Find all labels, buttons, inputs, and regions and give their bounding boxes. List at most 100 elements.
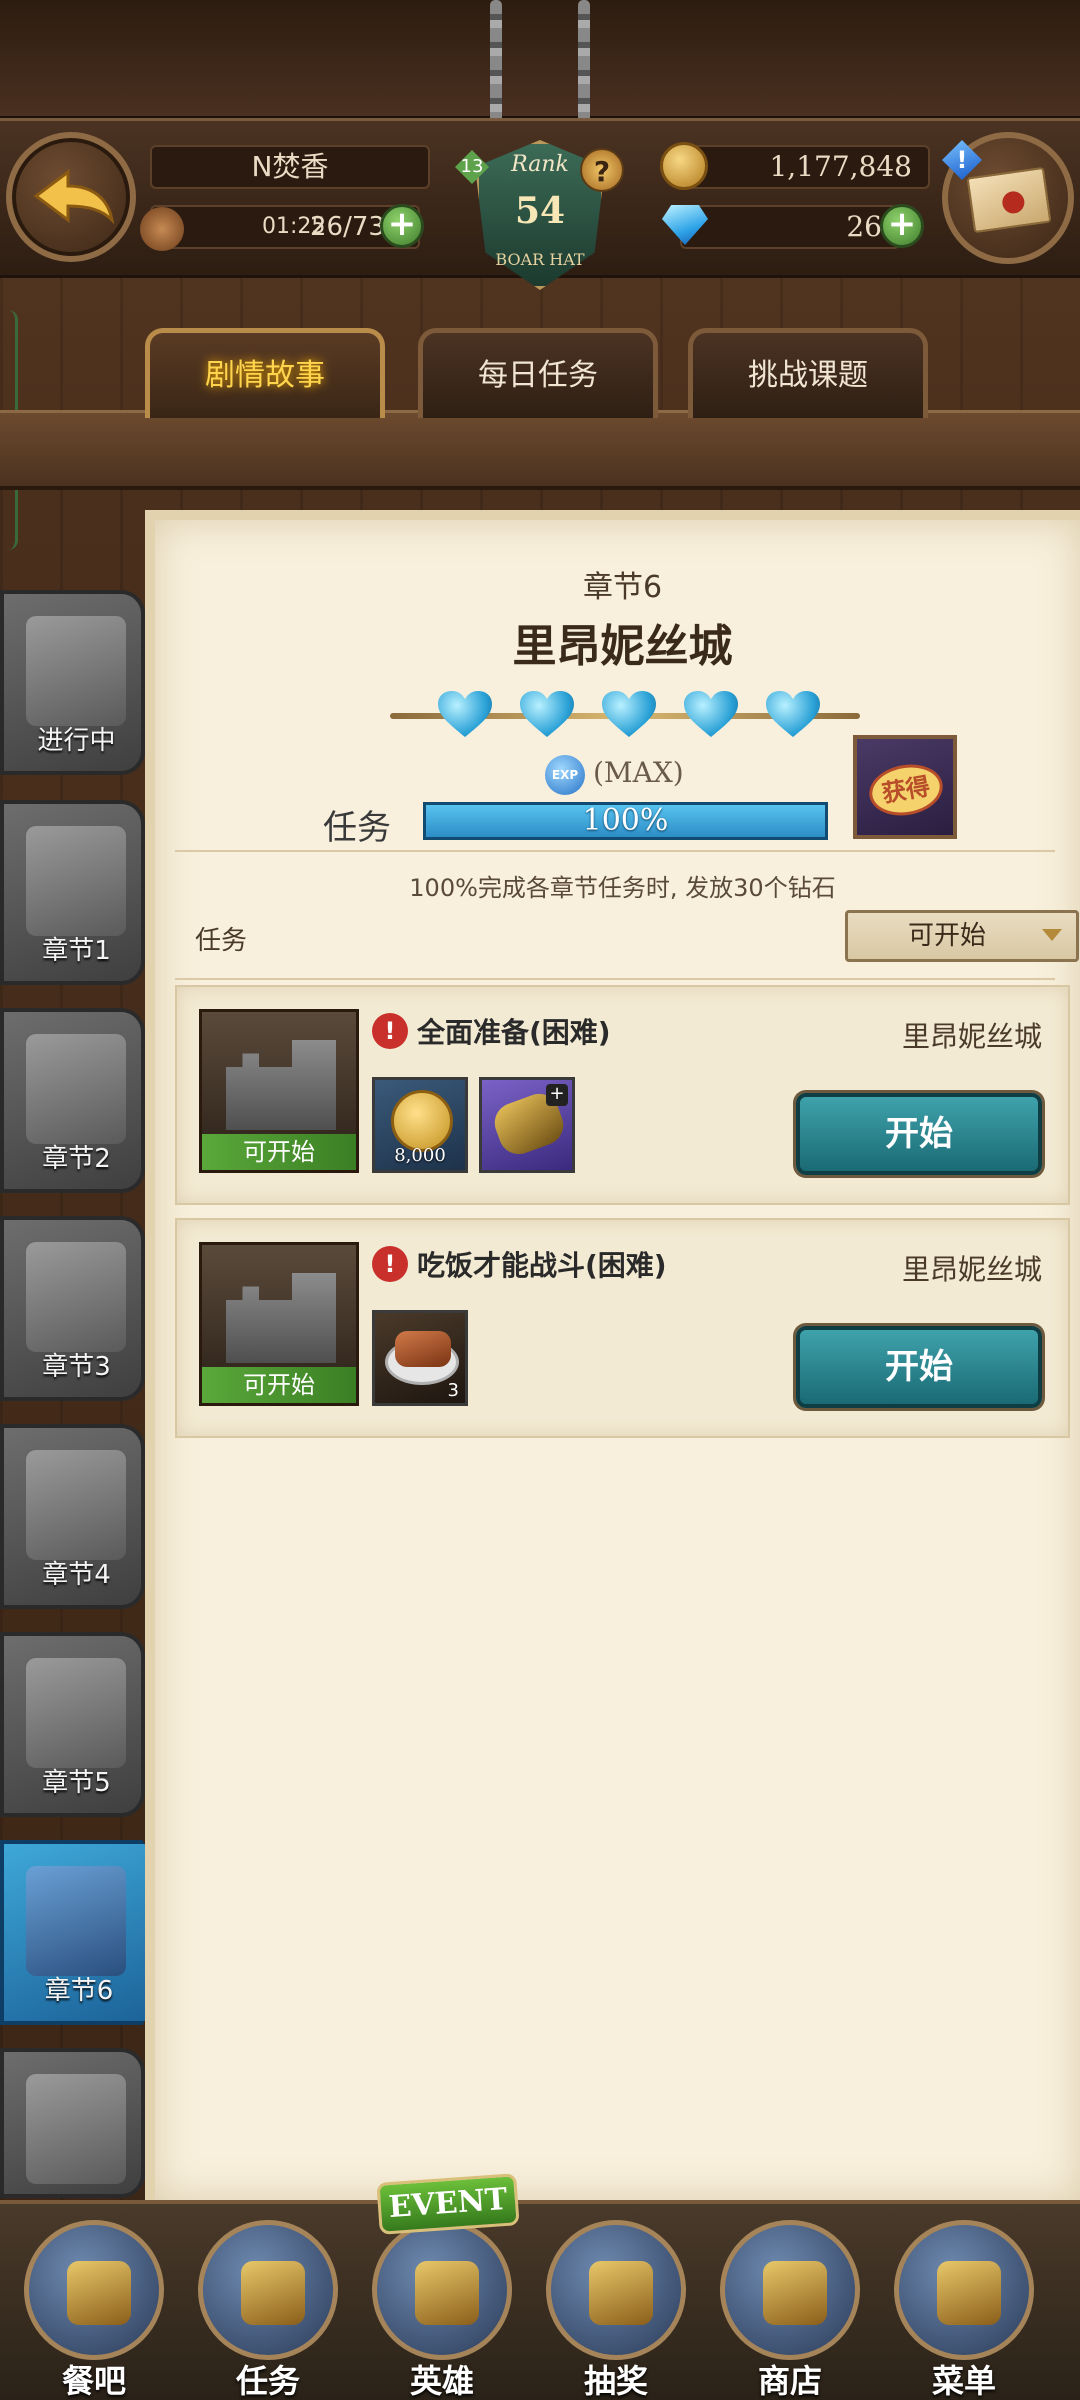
nav-circle bbox=[894, 2220, 1034, 2360]
heart-icon bbox=[438, 691, 492, 739]
quest-card: 可开始 ! 吃饭才能战斗(困难) 里昂妮丝城 3 开始 bbox=[175, 1218, 1070, 1438]
quest-status: 可开始 bbox=[202, 1134, 356, 1170]
gold-counter: 1,177,848 bbox=[680, 145, 930, 189]
exp-status: (MAX) bbox=[593, 756, 684, 789]
event-badge[interactable]: EVENT bbox=[376, 2173, 520, 2235]
equipment-reward[interactable]: + bbox=[479, 1077, 575, 1173]
quest-location: 里昂妮丝城 bbox=[901, 1020, 1042, 1053]
nav-label: 任务 bbox=[235, 2362, 300, 2400]
chapter-panel: 章节6 里昂妮丝城 EXP (MAX) 任务 100% 获得 100%完成各章节… bbox=[145, 510, 1080, 2200]
reward-quantity: 3 bbox=[447, 1380, 459, 1401]
sidebar-item-chapter-5[interactable]: 章节5 bbox=[0, 1632, 145, 1817]
sidebar-item-label: 章节3 bbox=[42, 1352, 111, 1382]
mission-progress-label: 任务 bbox=[323, 808, 391, 848]
sidebar-item-chapter-1[interactable]: 章节1 bbox=[0, 800, 145, 985]
nav-tavern[interactable]: 餐吧 bbox=[8, 2206, 180, 2400]
chapter-1-icon bbox=[26, 826, 126, 936]
nav-circle bbox=[24, 2220, 164, 2360]
sidebar-item-chapter-2[interactable]: 章节2 bbox=[0, 1008, 145, 1193]
alert-icon: ! bbox=[372, 1246, 408, 1282]
divider bbox=[175, 850, 1055, 852]
windmill-icon bbox=[26, 1658, 126, 1768]
help-icon[interactable]: ? bbox=[580, 148, 624, 192]
sidebar-item-label: 章节2 bbox=[42, 1144, 111, 1174]
nav-heroes[interactable]: 英雄 bbox=[356, 2206, 528, 2400]
chapter-hearts bbox=[390, 685, 860, 745]
envelope-icon bbox=[966, 166, 1052, 234]
sidebar-item-chapter-4[interactable]: 章节4 bbox=[0, 1424, 145, 1609]
stamina-icon bbox=[140, 207, 184, 251]
fortress-icon bbox=[226, 1273, 336, 1363]
nav-label: 商店 bbox=[757, 2362, 822, 2400]
tab-challenge[interactable]: 挑战课题 bbox=[688, 328, 928, 418]
gem-counter: 26 bbox=[680, 205, 900, 249]
nav-circle bbox=[720, 2220, 860, 2360]
quest-filter-dropdown[interactable]: 可开始 bbox=[845, 910, 1079, 962]
quest-location: 里昂妮丝城 bbox=[901, 1253, 1042, 1286]
nav-label: 菜单 bbox=[931, 2362, 996, 2400]
obtained-stamp: 获得 bbox=[865, 758, 947, 822]
mission-progress-bar: 100% bbox=[423, 802, 828, 840]
add-gems-button[interactable]: + bbox=[880, 204, 924, 248]
nav-gacha[interactable]: 抽奖 bbox=[530, 2206, 702, 2400]
nav-label: 抽奖 bbox=[583, 2362, 648, 2400]
meat-icon bbox=[395, 1331, 451, 1367]
scroll-icon bbox=[241, 2261, 305, 2325]
crystal-icon bbox=[589, 2261, 653, 2325]
nav-circle bbox=[372, 2220, 512, 2360]
heart-icon bbox=[602, 691, 656, 739]
nav-circle bbox=[198, 2220, 338, 2360]
plus-icon: + bbox=[546, 1084, 568, 1106]
sidebar-item-label: 章节6 bbox=[44, 1976, 114, 2006]
alert-icon: ! bbox=[372, 1013, 408, 1049]
back-button[interactable] bbox=[6, 132, 136, 262]
quest-title: 全面准备(困难) bbox=[417, 1016, 611, 1049]
chapter-4-icon bbox=[26, 1450, 126, 1560]
sidebar-item-label: 进行中 bbox=[37, 726, 116, 756]
food-reward[interactable]: 3 bbox=[372, 1310, 468, 1406]
sidebar-item-label: 章节5 bbox=[42, 1768, 111, 1798]
gold-reward[interactable]: 8,000 bbox=[372, 1077, 468, 1173]
sidebar-item-chapter-7[interactable] bbox=[0, 2048, 145, 2198]
tab-daily[interactable]: 每日任务 bbox=[418, 328, 658, 418]
quest-title: 吃饭才能战斗(困难) bbox=[417, 1249, 667, 1282]
quest-status: 可开始 bbox=[202, 1367, 356, 1403]
gold-coin-icon bbox=[391, 1090, 453, 1152]
back-arrow-icon bbox=[33, 169, 115, 224]
tab-story[interactable]: 剧情故事 bbox=[145, 328, 385, 418]
add-stamina-button[interactable]: + bbox=[380, 204, 424, 248]
chapter-number: 章节6 bbox=[582, 570, 663, 605]
sidebar-item-chapter-3[interactable]: 章节3 bbox=[0, 1216, 145, 1401]
sidebar-item-label: 章节1 bbox=[42, 936, 111, 966]
pig-icon bbox=[26, 616, 126, 726]
roof-beam bbox=[0, 0, 1080, 120]
reward-amount: 8,000 bbox=[394, 1145, 446, 1166]
start-button[interactable]: 开始 bbox=[796, 1326, 1042, 1408]
heart-icon bbox=[520, 691, 574, 739]
nav-menu[interactable]: 菜单 bbox=[878, 2206, 1050, 2400]
chapter-title: 里昂妮丝城 bbox=[512, 621, 733, 672]
chevron-down-icon bbox=[1042, 929, 1062, 941]
helmet-icon bbox=[415, 2261, 479, 2325]
gear-icon bbox=[937, 2261, 1001, 2325]
filter-label: 任务 bbox=[195, 926, 248, 956]
heart-icon bbox=[766, 691, 820, 739]
sidebar-item-in-progress[interactable]: 进行中 bbox=[0, 590, 145, 775]
wax-seal-icon bbox=[1000, 189, 1026, 215]
gold-coin-icon bbox=[660, 142, 708, 190]
nav-shop[interactable]: 商店 bbox=[704, 2206, 876, 2400]
rank-subtitle: BOAR HAT bbox=[495, 250, 585, 269]
filter-selected-value: 可开始 bbox=[908, 921, 987, 951]
rank-value: 54 bbox=[514, 190, 566, 232]
start-button[interactable]: 开始 bbox=[796, 1093, 1042, 1175]
stamina-value: 26/73 bbox=[310, 212, 385, 242]
nav-label: 英雄 bbox=[409, 2362, 474, 2400]
rank-emblem[interactable]: 13 Rank 54 BOAR HAT ? bbox=[445, 130, 635, 310]
player-name: N焚香 bbox=[150, 145, 430, 189]
chapter-reward[interactable]: 获得 bbox=[853, 735, 957, 839]
chapter-7-icon bbox=[26, 2074, 126, 2184]
nav-label: 餐吧 bbox=[61, 2362, 126, 2400]
heart-icon bbox=[684, 691, 738, 739]
tavern-icon bbox=[67, 2261, 131, 2325]
nav-quests[interactable]: 任务 bbox=[182, 2206, 354, 2400]
